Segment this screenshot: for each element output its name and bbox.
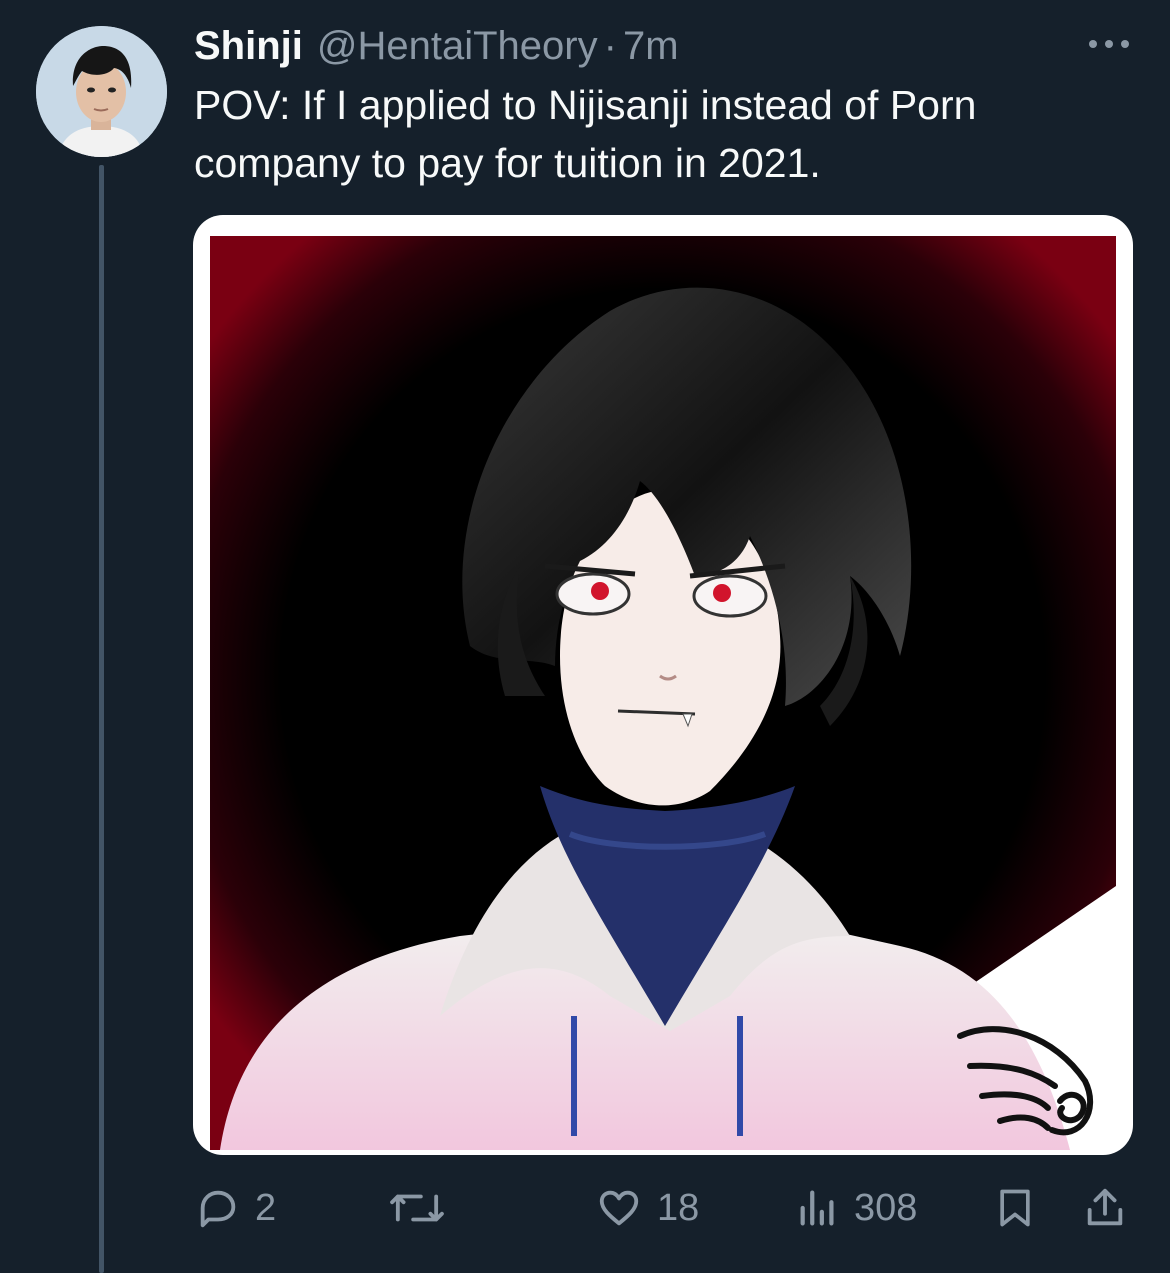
views-button[interactable]: 308 bbox=[796, 1178, 917, 1238]
retweet-button[interactable] bbox=[385, 1178, 463, 1238]
reply-button[interactable]: 2 bbox=[195, 1178, 276, 1238]
more-horizontal-icon bbox=[1089, 40, 1129, 48]
tweet-header: Shinji @HentaiTheory · 7m bbox=[194, 18, 679, 74]
views-count: 308 bbox=[854, 1186, 918, 1229]
reply-icon bbox=[200, 1190, 236, 1228]
more-options-button[interactable] bbox=[1083, 28, 1135, 60]
share-button[interactable] bbox=[1082, 1178, 1128, 1238]
media-image[interactable] bbox=[210, 236, 1116, 1150]
views-icon bbox=[800, 1190, 834, 1226]
like-count: 18 bbox=[657, 1186, 700, 1229]
tweet-text: POV: If I applied to Nijisanji instead o… bbox=[194, 82, 977, 186]
tweet-time[interactable]: 7m bbox=[623, 18, 679, 74]
reply-count: 2 bbox=[255, 1186, 277, 1229]
author-name[interactable]: Shinji bbox=[194, 18, 303, 74]
heart-icon bbox=[599, 1190, 639, 1226]
author-handle[interactable]: @HentaiTheory bbox=[317, 18, 598, 74]
like-button[interactable]: 18 bbox=[595, 1178, 699, 1238]
bookmark-button[interactable] bbox=[993, 1178, 1037, 1238]
share-icon bbox=[1087, 1188, 1123, 1226]
avatar-image bbox=[36, 26, 167, 157]
avatar[interactable] bbox=[36, 26, 167, 157]
thread-line bbox=[99, 165, 104, 1273]
separator-dot: · bbox=[603, 24, 617, 68]
retweet-icon bbox=[390, 1194, 444, 1222]
tweet-actions: 2 18 308 bbox=[0, 1178, 1170, 1238]
bookmark-icon bbox=[1000, 1189, 1030, 1227]
media-card[interactable] bbox=[193, 215, 1133, 1155]
